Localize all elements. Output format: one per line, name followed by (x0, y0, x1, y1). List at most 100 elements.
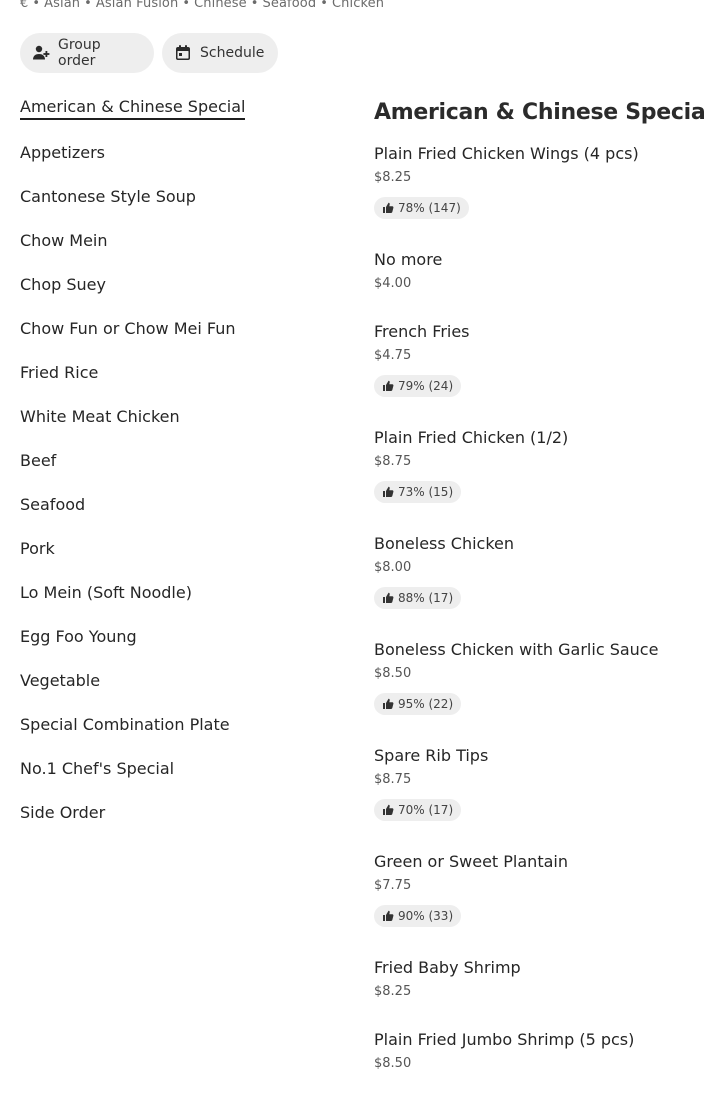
sidebar-item-label: Seafood (20, 495, 86, 514)
menu-item[interactable]: No more $4.00 (374, 250, 694, 293)
sidebar-item-label: Vegetable (20, 671, 101, 690)
rating-badge: 90% (33) (374, 905, 462, 927)
menu-item-price: $8.00 (374, 560, 412, 575)
rating-text: 79% (24) (398, 379, 454, 393)
cuisine-tag: Seafood (262, 0, 317, 11)
sidebar-item-label: Egg Foo Young (20, 627, 137, 646)
rating-text: 70% (17) (398, 803, 454, 817)
category-sidebar: American & Chinese Special Appetizers Ca… (20, 96, 340, 846)
menu-item[interactable]: Fried Baby Shrimp $8.25 (374, 958, 694, 1001)
rating-badge: 88% (17) (374, 587, 462, 609)
sidebar-item-label: Appetizers (20, 143, 105, 162)
store-tags: € • Asian • Asian Fusion • Chinese • Seafood • Chi… (20, 0, 384, 11)
sidebar-item-white-meat-chicken[interactable]: White Meat Chicken (20, 406, 340, 450)
menu-item-price: $8.75 (374, 772, 412, 787)
thumbs-up-icon (382, 804, 394, 816)
menu-item-name: Boneless Chicken (374, 534, 515, 553)
menu-item-list: Plain Fried Chicken Wings (4 pcs) $8.25 78… (374, 144, 694, 1073)
menu-item[interactable]: Plain Fried Chicken (1/2) $8.75 73% (15) (374, 428, 694, 503)
menu-item-price: $8.75 (374, 454, 412, 469)
rating-badge: 79% (24) (374, 375, 462, 397)
sidebar-item-special-combination-plate[interactable]: Special Combination Plate (20, 714, 340, 758)
menu-item[interactable]: Plain Fried Jumbo Shrimp (5 pcs) $8.50 (374, 1030, 694, 1073)
rating-text: 78% (147) (398, 201, 461, 215)
schedule-button[interactable]: Schedule (162, 33, 278, 73)
sidebar-item-chop-suey[interactable]: Chop Suey (20, 274, 340, 318)
sidebar-item-pork[interactable]: Pork (20, 538, 340, 582)
menu-item[interactable]: Boneless Chicken with Garlic Sauce $8.50 9… (374, 640, 694, 715)
menu-item-name: Plain Fried Jumbo Shrimp (5 pcs) (374, 1030, 635, 1049)
menu-item[interactable]: Plain Fried Chicken Wings (4 pcs) $8.25 78… (374, 144, 694, 219)
sidebar-item-chow-fun[interactable]: Chow Fun or Chow Mei Fun (20, 318, 340, 362)
menu-item-name: Boneless Chicken with Garlic Sauce (374, 640, 659, 659)
menu-item-name: French Fries (374, 322, 470, 341)
rating-text: 95% (22) (398, 697, 454, 711)
menu-item-price: $4.00 (374, 276, 412, 291)
sidebar-item-cantonese-style-soup[interactable]: Cantonese Style Soup (20, 186, 340, 230)
sidebar-item-seafood[interactable]: Seafood (20, 494, 340, 538)
sidebar-item-label: Side Order (20, 803, 106, 822)
section-title: American & Chinese Special (374, 100, 704, 125)
sidebar-item-chow-mein[interactable]: Chow Mein (20, 230, 340, 274)
sidebar-item-label: Beef (20, 451, 57, 470)
menu-item[interactable]: French Fries $4.75 79% (24) (374, 322, 694, 397)
menu-item-name: Green or Sweet Plantain (374, 852, 568, 871)
sidebar-item-label: Pork (20, 539, 55, 558)
sidebar-item-side-order[interactable]: Side Order (20, 802, 340, 846)
cuisine-tag: Chicken (331, 0, 385, 11)
menu-item-name: No more (374, 250, 443, 269)
sidebar-item-label: American & Chinese Special (20, 96, 246, 120)
schedule-label: Schedule (200, 45, 265, 61)
cuisine-tag: Asian Fusion (95, 0, 179, 11)
sidebar-item-label: Fried Rice (20, 363, 99, 382)
menu-item-price: $4.75 (374, 348, 412, 363)
thumbs-up-icon (382, 910, 394, 922)
sidebar-item-american-chinese-special[interactable]: American & Chinese Special (20, 96, 340, 142)
store-actions: Group order Schedule (20, 33, 278, 73)
menu-section: American & Chinese Special Plain Fried C… (374, 96, 704, 1102)
rating-badge: 73% (15) (374, 481, 462, 503)
calendar-icon (174, 44, 192, 62)
rating-text: 90% (33) (398, 909, 454, 923)
thumbs-up-icon (382, 592, 394, 604)
menu-item-price: $8.50 (374, 1056, 412, 1071)
sidebar-item-label: Chow Mein (20, 231, 108, 250)
sidebar-item-label: No.1 Chef's Special (20, 759, 175, 778)
rating-badge: 95% (22) (374, 693, 462, 715)
sidebar-item-label: White Meat Chicken (20, 407, 180, 426)
menu-item-price: $8.50 (374, 666, 412, 681)
sidebar-item-fried-rice[interactable]: Fried Rice (20, 362, 340, 406)
rating-badge: 70% (17) (374, 799, 462, 821)
sidebar-item-label: Chow Fun or Chow Mei Fun (20, 319, 236, 338)
sidebar-item-lo-mein[interactable]: Lo Mein (Soft Noodle) (20, 582, 340, 626)
menu-item-price: $7.75 (374, 878, 412, 893)
sidebar-item-egg-foo-young[interactable]: Egg Foo Young (20, 626, 340, 670)
menu-item-price: $8.25 (374, 170, 412, 185)
menu-item[interactable]: Green or Sweet Plantain $7.75 90% (33) (374, 852, 694, 927)
sidebar-item-label: Chop Suey (20, 275, 106, 294)
cuisine-tag: Asian (44, 0, 81, 11)
rating-text: 88% (17) (398, 591, 454, 605)
sidebar-item-beef[interactable]: Beef (20, 450, 340, 494)
sidebar-item-appetizers[interactable]: Appetizers (20, 142, 340, 186)
thumbs-up-icon (382, 380, 394, 392)
rating-badge: 78% (147) (374, 197, 469, 219)
menu-item[interactable]: Spare Rib Tips $8.75 70% (17) (374, 746, 694, 821)
menu-item-name: Spare Rib Tips (374, 746, 489, 765)
rating-text: 73% (15) (398, 485, 454, 499)
menu-item[interactable]: Boneless Chicken $8.00 88% (17) (374, 534, 694, 609)
thumbs-up-icon (382, 202, 394, 214)
thumbs-up-icon (382, 698, 394, 710)
menu-item-name: Plain Fried Chicken (1/2) (374, 428, 569, 447)
sidebar-item-label: Cantonese Style Soup (20, 187, 196, 206)
add-person-icon (32, 44, 50, 62)
menu-item-name: Fried Baby Shrimp (374, 958, 521, 977)
group-order-button[interactable]: Group order (20, 33, 154, 73)
sidebar-item-label: Lo Mein (Soft Noodle) (20, 583, 192, 602)
sidebar-item-chefs-special[interactable]: No.1 Chef's Special (20, 758, 340, 802)
menu-item-price: $8.25 (374, 984, 412, 999)
cuisine-tag: Chinese (194, 0, 247, 11)
thumbs-up-icon (382, 486, 394, 498)
sidebar-item-vegetable[interactable]: Vegetable (20, 670, 340, 714)
sidebar-item-label: Special Combination Plate (20, 715, 230, 734)
